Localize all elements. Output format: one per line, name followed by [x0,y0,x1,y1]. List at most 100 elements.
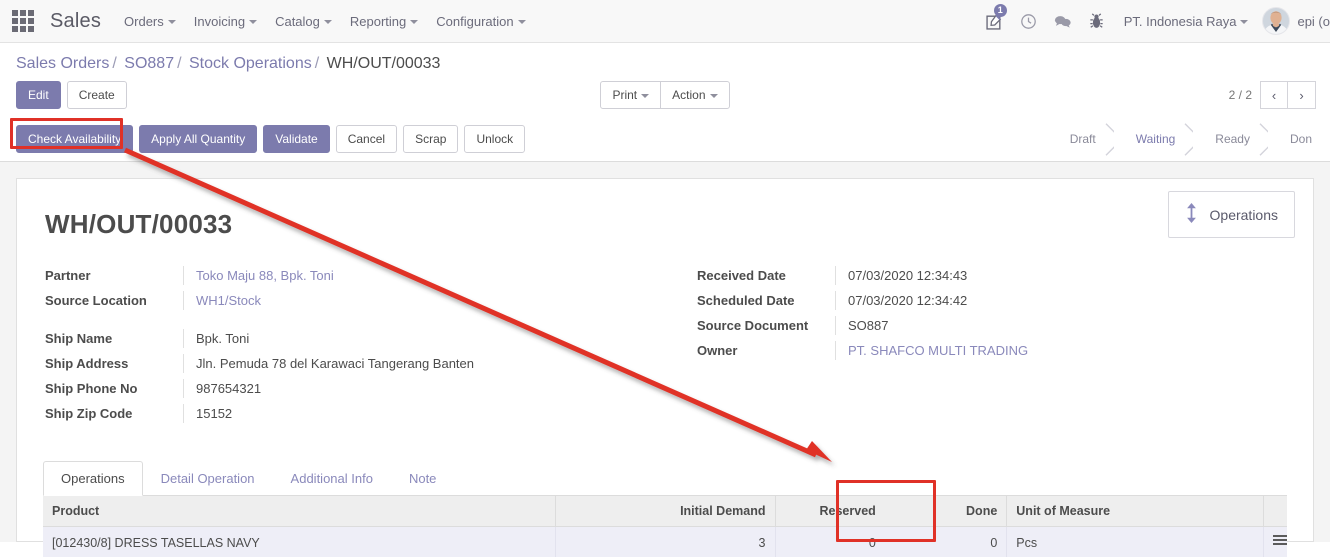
notebook-tabs: Operations Detail Operation Additional I… [43,461,1287,496]
field-ship-address-value[interactable]: Jln. Pemuda 78 del Karawaci Tangerang Ba… [183,354,665,373]
field-source-location-value[interactable]: WH1/Stock [183,291,665,310]
statusbar: Check Availability Apply All Quantity Va… [0,119,1330,162]
operations-table: Product Initial Demand Reserved Done Uni… [43,496,1287,557]
field-ship-name-value[interactable]: Bpk. Toni [183,329,665,348]
menu-invoicing-label: Invoicing [193,13,246,29]
pager-next-button[interactable]: › [1288,81,1316,109]
print-action-group-wrapper: Print Action [0,81,1330,109]
check-availability-button[interactable]: Check Availability [16,125,134,153]
messaging-chat-icon[interactable] [1046,0,1080,43]
control-panel: Sales Orders / SO887/ Stock Operations / W… [0,43,1330,119]
print-label: Print [612,88,638,102]
menu-reporting-label: Reporting [349,13,407,29]
smart-buttons: Operations [1167,191,1295,238]
form-sheet: Operations WH/OUT/00033 Partner Toko Maj… [16,178,1314,557]
table-row[interactable]: [012430/8] DRESS TASELLAS NAVY 3 0 0 Pcs [43,526,1287,557]
field-source-document-value[interactable]: SO887 [835,316,1287,335]
field-ship-zip-code: Ship Zip Code 15152 [43,404,665,429]
print-dropdown-button[interactable]: Print [600,81,662,109]
menu-configuration-label: Configuration [436,13,514,29]
field-partner-value[interactable]: Toko Maju 88, Bpk. Toni [183,266,665,285]
field-scheduled-date-value[interactable]: 07/03/2020 12:34:42 [835,291,1287,310]
tab-operations[interactable]: Operations [43,461,143,496]
form-sheet-background: Operations WH/OUT/00033 Partner Toko Maj… [0,162,1330,557]
create-button[interactable]: Create [66,81,127,109]
cell-initial-demand[interactable]: 3 [554,526,775,557]
menu-catalog[interactable]: Catalog [266,8,341,35]
row-options-icon[interactable] [1272,535,1287,547]
debug-bug-icon[interactable] [1080,0,1114,43]
breadcrumb-item-so887[interactable]: SO887 [124,55,174,72]
field-partner: Partner Toko Maju 88, Bpk. Toni [43,266,665,291]
chevron-right-icon: › [1299,87,1304,103]
chevron-down-icon [167,20,176,25]
chevron-down-icon [323,20,332,25]
arrows-vertical-icon [1185,202,1198,227]
breadcrumb-item-sales-orders[interactable]: Sales Orders [16,55,109,72]
column-header-product[interactable]: Product [43,496,556,527]
field-received-date-value[interactable]: 07/03/2020 12:34:43 [835,266,1287,285]
status-step-ready[interactable]: Ready [1193,125,1268,153]
user-name-label: epi (o [1297,13,1330,29]
column-header-reserved[interactable]: Reserved [774,496,885,527]
field-ship-zip-code-value[interactable]: 15152 [183,404,665,423]
cell-row-options[interactable] [1262,526,1287,557]
tab-note[interactable]: Note [391,461,454,496]
chevron-down-icon [709,93,718,98]
chevron-down-icon [1240,20,1249,25]
top-navbar: Sales Orders Invoicing Catalog Reporting… [0,0,1330,43]
chevron-down-icon [517,20,526,25]
breadcrumb-item-current: WH/OUT/00033 [326,55,441,72]
unlock-button[interactable]: Unlock [464,125,526,153]
field-ship-zip-code-label: Ship Zip Code [45,406,133,421]
column-header-unit-of-measure[interactable]: Unit of Measure [1006,496,1263,527]
print-action-group: Print Action [600,81,730,109]
field-owner-label: Owner [697,343,738,358]
cancel-button[interactable]: Cancel [335,125,398,153]
breadcrumb: Sales Orders / SO887/ Stock Operations / W… [0,43,1330,73]
apply-all-quantity-button[interactable]: Apply All Quantity [139,125,258,153]
menu-invoicing[interactable]: Invoicing [185,8,266,35]
column-header-done[interactable]: Done [884,496,1007,527]
scrap-button[interactable]: Scrap [403,125,459,153]
company-switcher[interactable]: PT. Indonesia Raya [1114,14,1259,29]
form-fields: Partner Toko Maju 88, Bpk. Toni Source L… [43,266,1287,429]
menu-configuration[interactable]: Configuration [427,8,534,35]
chevron-down-icon [641,93,650,98]
app-brand-sales[interactable]: Sales [44,10,115,33]
operations-smart-button[interactable]: Operations [1167,191,1295,238]
tab-additional-info[interactable]: Additional Info [273,461,391,496]
field-owner: Owner PT. SHAFCO MULTI TRADING [695,341,1287,366]
activity-clock-icon[interactable] [1012,0,1046,43]
menu-reporting[interactable]: Reporting [341,8,427,35]
field-ship-phone-no-value[interactable]: 987654321 [183,379,665,398]
operations-table-header: Product Initial Demand Reserved Done Uni… [43,496,1287,527]
breadcrumb-item-stock-operations[interactable]: Stock Operations [189,55,312,72]
field-scheduled-date-label: Scheduled Date [697,293,795,308]
column-header-initial-demand[interactable]: Initial Demand [554,496,775,527]
chevron-down-icon [249,20,258,25]
cell-done[interactable]: 0 [884,526,1007,557]
breadcrumb-separator: / [112,55,117,72]
tab-detail-operation[interactable]: Detail Operation [143,461,273,496]
odoo-stock-picking-form: Sales Orders Invoicing Catalog Reporting… [0,0,1330,557]
status-step-waiting[interactable]: Waiting [1113,125,1194,153]
cell-reserved[interactable]: 0 [774,526,885,557]
validate-button[interactable]: Validate [263,125,330,153]
operations-table-body: [012430/8] DRESS TASELLAS NAVY 3 0 0 Pcs [43,526,1287,557]
field-owner-value[interactable]: PT. SHAFCO MULTI TRADING [835,341,1287,360]
edit-button[interactable]: Edit [16,81,61,109]
breadcrumb-separator: / [177,55,182,72]
status-step-done[interactable]: Don [1267,125,1330,153]
action-dropdown-button[interactable]: Action [660,81,730,109]
pager-previous-button[interactable]: ‹ [1260,81,1288,109]
cell-unit-of-measure[interactable]: Pcs [1006,526,1263,557]
form-fields-right-column: Received Date 07/03/2020 12:34:43 Schedu… [665,266,1287,429]
user-menu[interactable]: epi (o [1258,7,1330,35]
status-step-draft[interactable]: Draft [1053,125,1114,153]
cell-product[interactable]: [012430/8] DRESS TASELLAS NAVY [43,526,556,557]
menu-orders[interactable]: Orders [115,8,185,35]
apps-grid-icon[interactable] [8,6,38,36]
chevron-down-icon [410,20,419,25]
compose-message-icon[interactable]: 1 [978,0,1012,43]
